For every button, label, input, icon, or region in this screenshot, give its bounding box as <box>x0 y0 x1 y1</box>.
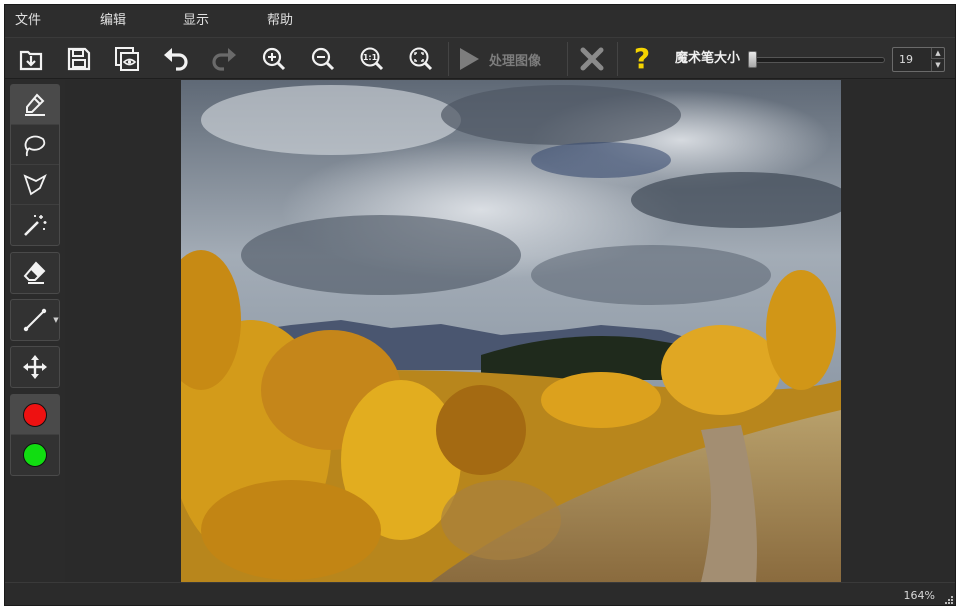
fit-to-window-button[interactable] <box>403 42 439 76</box>
import-button[interactable] <box>13 42 49 76</box>
chevron-down-icon[interactable]: ▼ <box>52 314 60 326</box>
resize-grip-icon[interactable] <box>943 594 953 604</box>
fit-to-window-icon <box>409 47 433 71</box>
process-image-label: 处理图像 <box>489 53 542 69</box>
magic-wand-tool-button[interactable] <box>11 205 59 245</box>
marker-icon <box>25 93 45 116</box>
menu-bar: 文件 编辑 显示 帮助 <box>5 5 955 37</box>
spin-down-button[interactable]: ▼ <box>931 60 944 71</box>
status-bar: 164% <box>5 582 955 605</box>
tool-panel: ▼ <box>5 80 65 582</box>
brush-size-label: 魔术笔大小 <box>675 51 741 66</box>
magic-wand-icon <box>24 215 47 236</box>
undo-button[interactable] <box>158 42 194 76</box>
eraser-icon <box>23 261 46 284</box>
red-circle-icon <box>23 402 47 427</box>
zoom-in-button[interactable] <box>256 42 292 76</box>
line-icon <box>23 308 47 332</box>
color-tools-group <box>10 394 60 476</box>
remove-button[interactable] <box>574 42 610 76</box>
preview-button[interactable] <box>109 42 145 76</box>
zoom-out-button[interactable] <box>305 42 341 76</box>
menu-view[interactable]: 显示 <box>183 5 209 37</box>
line-tool-group: ▼ <box>10 299 60 341</box>
process-image-button[interactable]: 处理图像 <box>457 42 565 76</box>
brush-size-slider-handle[interactable] <box>748 51 757 68</box>
zoom-out-icon <box>311 47 335 71</box>
save-button[interactable] <box>61 42 97 76</box>
brush-size-slider[interactable] <box>750 57 885 63</box>
preview-icon <box>115 47 139 71</box>
toolbar: 1:1 处理图像 ? 魔术笔大小 19 ▲ ▼ <box>5 37 955 79</box>
import-icon <box>19 50 43 71</box>
line-tool-button[interactable]: ▼ <box>11 300 59 340</box>
move-icon <box>23 355 47 379</box>
move-tool-group <box>10 346 60 388</box>
zoom-level: 164% <box>903 589 935 602</box>
save-icon <box>67 47 91 71</box>
marker-tool-button[interactable] <box>11 85 59 125</box>
landscape-photo[interactable] <box>181 80 841 582</box>
remove-color-button[interactable] <box>11 435 59 475</box>
lasso-icon <box>24 135 46 156</box>
help-icon: ? <box>633 42 651 75</box>
toolbar-separator <box>448 42 449 76</box>
undo-icon <box>164 48 188 71</box>
polygon-lasso-tool-button[interactable] <box>11 165 59 205</box>
actual-size-icon: 1:1 <box>360 47 384 71</box>
green-circle-icon <box>23 443 47 467</box>
lasso-tool-button[interactable] <box>11 125 59 165</box>
move-tool-button[interactable] <box>11 347 59 387</box>
redo-button[interactable] <box>206 42 242 76</box>
help-button[interactable]: ? <box>624 42 660 76</box>
redo-icon <box>212 48 236 71</box>
play-icon <box>460 48 479 70</box>
eraser-tool-button[interactable] <box>11 253 59 293</box>
brush-size-value[interactable]: 19 <box>899 48 913 71</box>
polygon-lasso-icon <box>23 173 47 195</box>
selection-tools-group <box>10 84 60 246</box>
menu-edit[interactable]: 编辑 <box>100 5 126 37</box>
keep-color-button[interactable] <box>11 395 59 435</box>
toolbar-separator <box>617 42 618 76</box>
spin-up-button[interactable]: ▲ <box>931 48 944 59</box>
actual-size-text: 1:1 <box>363 53 378 62</box>
close-icon <box>580 47 604 71</box>
brush-size-spinner[interactable]: 19 ▲ ▼ <box>892 47 945 72</box>
photo-canvas[interactable] <box>181 80 841 582</box>
zoom-in-icon <box>262 47 286 71</box>
menu-help[interactable]: 帮助 <box>267 5 293 37</box>
menu-file[interactable]: 文件 <box>15 5 41 37</box>
actual-size-button[interactable]: 1:1 <box>354 42 390 76</box>
canvas-area[interactable] <box>65 80 955 582</box>
toolbar-separator <box>567 42 568 76</box>
app-window: 文件 编辑 显示 帮助 1:1 处理图像 ? 魔术笔大小 19 ▲ ▼ ▼ 16… <box>4 4 956 606</box>
eraser-tool-group <box>10 252 60 294</box>
